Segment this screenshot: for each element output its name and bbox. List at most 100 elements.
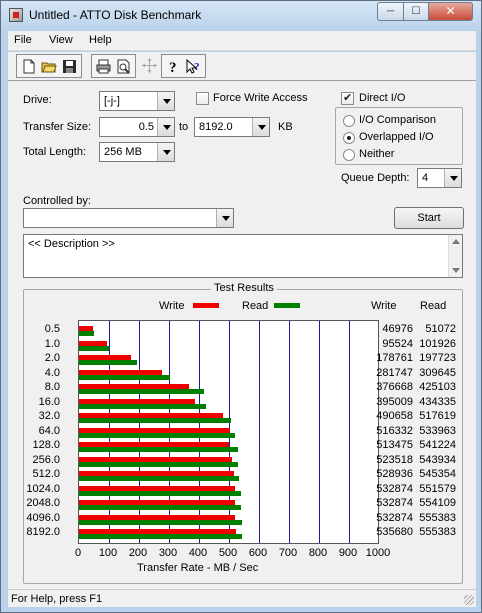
write-value: 532874 (376, 497, 413, 509)
print-icon[interactable] (95, 58, 112, 75)
write-value: 490658 (376, 410, 413, 422)
status-text: For Help, press F1 (11, 593, 103, 605)
controlled-by-label: Controlled by: (23, 195, 91, 207)
menu-help[interactable]: Help (89, 34, 112, 46)
minimize-button[interactable]: ─ (377, 2, 404, 21)
description-scrollbar[interactable] (448, 235, 462, 277)
x-tick-label: 1000 (365, 547, 391, 559)
x-tick-label: 700 (278, 547, 298, 559)
read-bar (79, 345, 109, 351)
queue-depth-select[interactable]: 4 (417, 168, 462, 188)
legend-read-swatch (274, 303, 300, 308)
help-icon[interactable]: ? (165, 58, 182, 75)
drive-select[interactable]: [-j-] (99, 91, 175, 111)
new-file-icon[interactable] (20, 58, 37, 75)
read-value: 551579 (419, 482, 456, 495)
force-write-checkbox[interactable] (196, 92, 209, 105)
chevron-down-icon[interactable] (216, 209, 233, 227)
total-length-select[interactable]: 256 MB (99, 142, 175, 162)
transfer-size-label: 32.0 (38, 410, 60, 422)
x-tick-label: 300 (158, 547, 178, 559)
io-comparison-label[interactable]: I/O Comparison (359, 114, 436, 126)
close-button[interactable]: ✕ (428, 2, 473, 21)
read-bar (79, 490, 241, 496)
read-value: 555383 (419, 511, 456, 524)
description-field[interactable]: << Description >> (23, 234, 463, 278)
read-column-header: Read (420, 300, 447, 312)
chevron-down-icon[interactable] (157, 143, 174, 161)
overlapped-io-label[interactable]: Overlapped I/O (359, 131, 434, 143)
read-value: 554109 (419, 497, 456, 509)
io-mode-group: I/O Comparison Overlapped I/O Neither (335, 107, 463, 165)
read-bar (79, 534, 242, 539)
legend-read-label: Read (242, 300, 269, 312)
read-value: 434335 (419, 395, 456, 408)
transfer-size-label: 64.0 (38, 424, 60, 437)
open-folder-icon[interactable] (40, 58, 57, 75)
transfer-size-from-select[interactable]: 0.5 (99, 117, 175, 137)
results-title: Test Results (211, 282, 277, 294)
chevron-down-icon[interactable] (157, 92, 174, 110)
read-value: 517619 (419, 410, 456, 422)
window-title: Untitled - ATTO Disk Benchmark (29, 8, 202, 22)
scroll-down-icon[interactable] (452, 268, 460, 273)
write-value: 532874 (376, 482, 413, 495)
transfer-size-label: 1.0 (44, 337, 60, 350)
neither-radio[interactable] (343, 149, 355, 161)
start-button[interactable]: Start (394, 207, 464, 229)
maximize-button[interactable]: ☐ (403, 2, 429, 21)
move-icon[interactable] (141, 57, 158, 74)
io-comparison-radio[interactable] (343, 115, 355, 127)
menu-bar: File View Help (8, 31, 476, 51)
x-axis-label: Transfer Rate - MB / Sec (137, 562, 259, 574)
chevron-down-icon[interactable] (252, 118, 269, 136)
neither-label[interactable]: Neither (359, 148, 394, 160)
app-icon[interactable] (9, 8, 23, 22)
gridline (349, 321, 350, 543)
direct-io-label[interactable]: Direct I/O (359, 92, 405, 104)
write-value: 513475 (376, 439, 413, 451)
read-value: 309645 (419, 366, 456, 379)
queue-depth-label: Queue Depth: (341, 172, 410, 184)
write-value: 516332 (376, 424, 413, 437)
test-results-group: Test Results Write Read Write Read Trans… (23, 282, 463, 584)
gridline (259, 321, 260, 543)
drive-label: Drive: (23, 94, 52, 106)
menu-file[interactable]: File (14, 34, 32, 46)
to-label: to (179, 121, 189, 133)
write-value: 46976 (382, 323, 413, 335)
read-bar (79, 374, 170, 380)
print-preview-icon[interactable] (115, 58, 132, 75)
overlapped-io-radio[interactable] (343, 132, 355, 144)
title-bar[interactable]: Untitled - ATTO Disk Benchmark ─ ☐ ✕ (1, 1, 481, 30)
x-tick-label: 400 (188, 547, 208, 559)
transfer-size-to-select[interactable]: 8192.0 (194, 117, 270, 137)
svg-text:?: ? (169, 60, 177, 75)
scroll-up-icon[interactable] (452, 239, 460, 244)
save-icon[interactable] (61, 58, 78, 75)
context-help-icon[interactable]: ? (185, 58, 202, 75)
print-toolbar-group (91, 54, 136, 78)
read-bar (79, 519, 242, 525)
read-bar (79, 389, 204, 394)
app-window: Untitled - ATTO Disk Benchmark ─ ☐ ✕ Fil… (0, 0, 482, 613)
read-bar (79, 360, 137, 365)
read-value: 533963 (419, 424, 456, 437)
controlled-by-select[interactable] (23, 208, 234, 228)
direct-io-checkbox[interactable] (341, 91, 354, 105)
force-write-label[interactable]: Force Write Access (213, 92, 308, 104)
transfer-size-label: 1024.0 (26, 482, 60, 495)
read-bar (79, 432, 236, 438)
x-tick-label: 800 (308, 547, 328, 559)
read-value: 541224 (419, 439, 456, 451)
menu-view[interactable]: View (49, 34, 73, 46)
chevron-down-icon[interactable] (157, 118, 174, 136)
write-value: 95524 (382, 337, 413, 350)
transfer-size-label: 16.0 (38, 395, 60, 408)
resize-grip-icon[interactable] (464, 595, 474, 605)
x-tick-label: 200 (128, 547, 148, 559)
read-value: 425103 (419, 381, 456, 393)
chevron-down-icon[interactable] (444, 169, 461, 187)
read-bar (79, 418, 231, 423)
read-bar (79, 505, 242, 510)
